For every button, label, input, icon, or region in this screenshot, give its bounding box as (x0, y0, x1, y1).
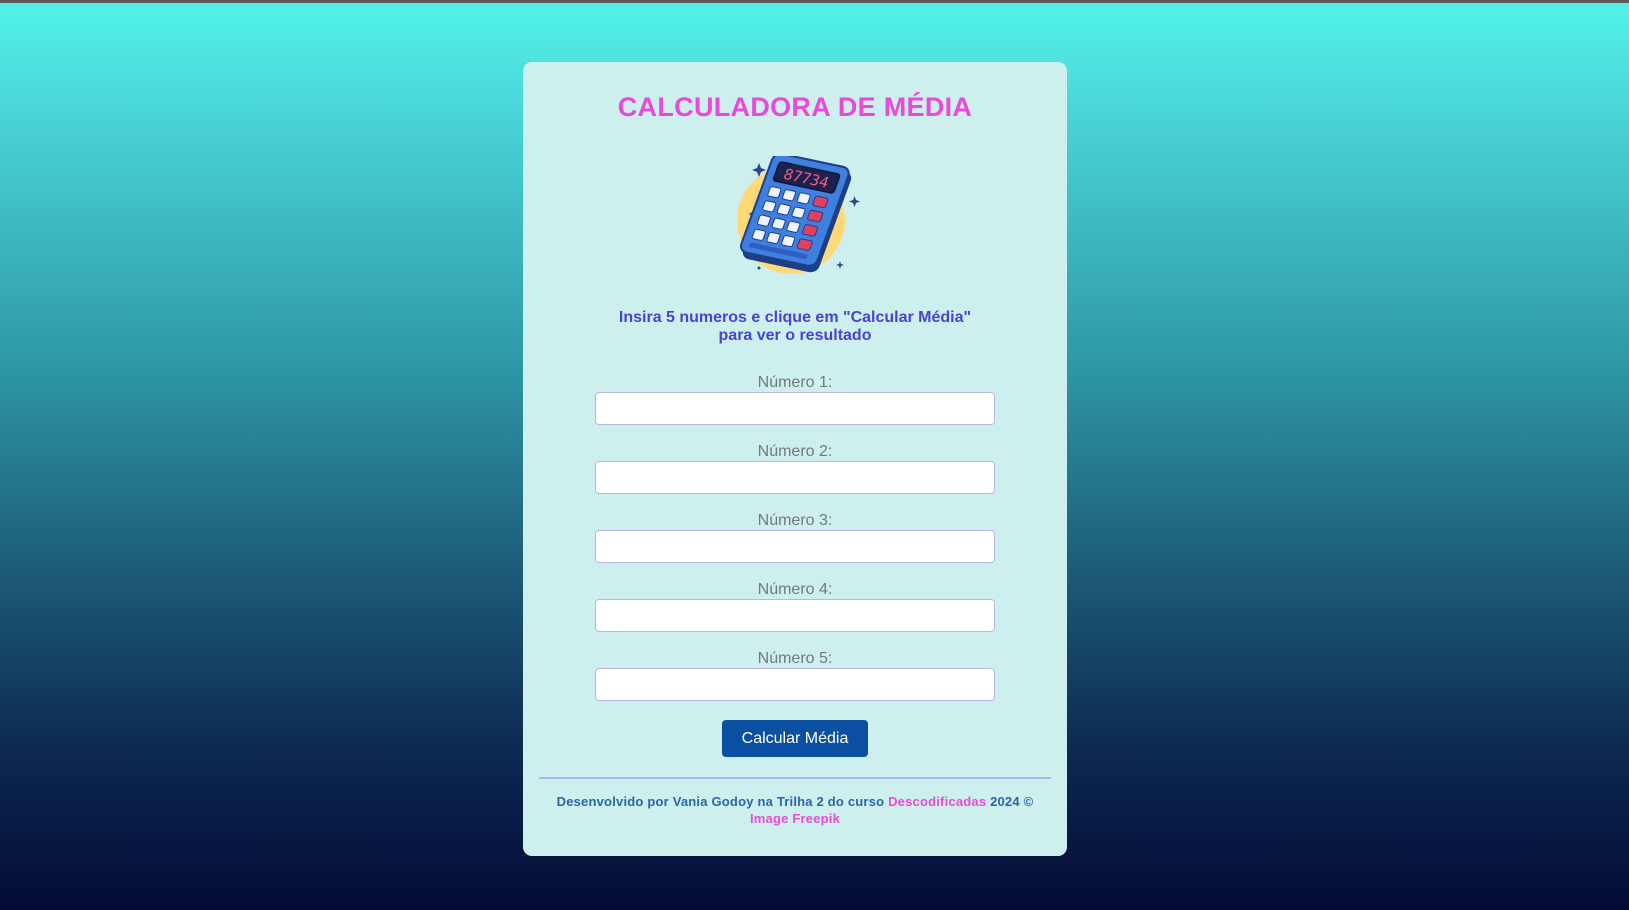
descodificadas-link[interactable]: Descodificadas (888, 794, 986, 809)
calculator-card: CALCULADORA DE MÉDIA 87734 Insira 5 nume… (523, 62, 1067, 856)
instructions-text: Insira 5 numeros e clique em "Calcular M… (523, 309, 1067, 345)
number-1-input[interactable] (595, 392, 995, 425)
instructions-line-1: Insira 5 numeros e clique em "Calcular M… (618, 309, 972, 326)
number-field-4: Número 4: (595, 580, 995, 632)
number-field-2: Número 2: (595, 442, 995, 494)
calculator-illustration-icon: 87734 (737, 156, 860, 274)
number-3-label: Número 3: (757, 512, 833, 529)
number-1-label: Número 1: (757, 374, 833, 391)
number-2-label: Número 2: (757, 443, 833, 460)
number-4-input[interactable] (595, 599, 995, 632)
page-title: CALCULADORA DE MÉDIA (617, 92, 973, 122)
footer-divider (539, 777, 1051, 779)
calculate-average-button[interactable]: Calcular Média (722, 720, 868, 757)
footer-year-text: 2024 © (986, 794, 1034, 809)
number-5-input[interactable] (595, 668, 995, 701)
footer-credit-text: Desenvolvido por Vania Godoy na Trilha 2… (556, 794, 889, 809)
number-field-1: Número 1: (595, 373, 995, 425)
number-field-3: Número 3: (595, 511, 995, 563)
number-4-label: Número 4: (757, 581, 833, 598)
number-2-input[interactable] (595, 461, 995, 494)
window-top-border (0, 0, 1629, 3)
image-freepik-link[interactable]: Image Freepik (750, 811, 840, 826)
footer: Desenvolvido por Vania Godoy na Trilha 2… (523, 793, 1067, 827)
instructions-line-2: para ver o resultado (718, 327, 872, 344)
number-5-label: Número 5: (757, 650, 833, 667)
number-field-5: Número 5: (595, 649, 995, 701)
number-3-input[interactable] (595, 530, 995, 563)
